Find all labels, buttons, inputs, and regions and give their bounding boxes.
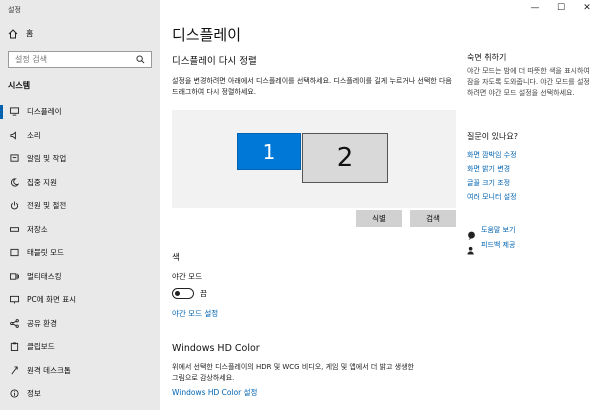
power-icon	[10, 201, 19, 210]
sleep-heading: 숙면 취하기	[467, 53, 507, 62]
hdr-description: 위에서 선택한 디스플레이의 HDR 및 WCG 비디오, 게임 및 앱에서 더…	[172, 363, 414, 382]
color-heading: 색	[172, 253, 180, 263]
feedback-icon	[467, 240, 476, 255]
share-icon	[10, 318, 19, 328]
sidebar-item-shared-experiences[interactable]: 공유 환경	[0, 312, 160, 336]
info-icon	[10, 389, 19, 398]
sidebar-item-label: 집중 지원	[27, 177, 57, 187]
sidebar-item-clipboard[interactable]: 클립보드	[0, 335, 160, 359]
sidebar-nav: 디스플레이 소리 알림 및 작업 집중 지원 전원 및 절전 저장소 태블릿 모…	[0, 100, 160, 406]
clipboard-icon	[10, 342, 19, 352]
link-adjust-font-size[interactable]: 글꼴 크기 조정	[467, 178, 510, 188]
hdr-settings-link[interactable]: Windows HD Color 설정	[172, 387, 257, 398]
sidebar-item-label: 원격 데스크톱	[27, 365, 71, 375]
toggle-knob	[175, 290, 180, 296]
notification-icon	[10, 154, 19, 163]
sidebar-item-label: 디스플레이	[27, 107, 62, 117]
close-button[interactable]: ✕	[574, 0, 600, 16]
app-title: 설정	[8, 6, 21, 14]
sidebar-item-display[interactable]: 디스플레이	[0, 100, 160, 124]
window-controls: — ☐ ✕	[522, 0, 600, 16]
sidebar-item-storage[interactable]: 저장소	[0, 218, 160, 242]
search-input[interactable]	[15, 55, 125, 64]
sidebar-item-label: PC에 화면 표시	[27, 295, 77, 305]
sidebar-item-label: 공유 환경	[27, 318, 57, 328]
speaker-icon	[10, 131, 19, 140]
sidebar-item-focus-assist[interactable]: 집중 지원	[0, 171, 160, 195]
sidebar-item-sound[interactable]: 소리	[0, 124, 160, 148]
minimize-button[interactable]: —	[522, 0, 548, 16]
link-change-brightness[interactable]: 화면 밝기 변경	[467, 164, 510, 174]
sidebar-item-remote-desktop[interactable]: 원격 데스크톱	[0, 359, 160, 383]
sidebar-item-label: 전원 및 절전	[27, 201, 67, 211]
sidebar-item-notifications[interactable]: 알림 및 작업	[0, 147, 160, 171]
sidebar-item-label: 알림 및 작업	[27, 154, 67, 164]
link-multiple-monitors[interactable]: 여러 모니터 설정	[467, 192, 517, 202]
moon-icon	[10, 178, 19, 187]
sidebar-item-label: 저장소	[27, 224, 48, 234]
sidebar-item-about[interactable]: 정보	[0, 382, 160, 406]
home-nav-item[interactable]: 홈	[8, 28, 33, 39]
sidebar-item-power[interactable]: 전원 및 절전	[0, 194, 160, 218]
sidebar-item-label: 태블릿 모드	[27, 248, 64, 258]
detect-button[interactable]: 검색	[410, 210, 456, 227]
sidebar-item-project[interactable]: PC에 화면 표시	[0, 288, 160, 312]
maximize-button[interactable]: ☐	[548, 0, 574, 16]
identify-button[interactable]: 식별	[356, 210, 402, 227]
get-help-link[interactable]: 도움말 보기	[481, 225, 515, 235]
sidebar-item-label: 클립보드	[27, 342, 55, 352]
search-box[interactable]	[8, 51, 152, 68]
arrange-description: 설정을 변경하려면 아래에서 디스플레이를 선택하세요. 디스플레이를 길게 누…	[172, 77, 452, 96]
project-icon	[10, 295, 19, 304]
sidebar-item-label: 멀티태스킹	[27, 271, 62, 281]
home-icon	[8, 28, 18, 38]
night-mode-state: 끔	[200, 289, 207, 298]
sleep-description: 야간 모드는 밤에 더 따뜻한 색을 표시하여 잠을 자도록 도와줍니다. 야간…	[467, 67, 590, 97]
sidebar-item-label: 정보	[27, 389, 41, 399]
night-mode-toggle[interactable]	[172, 288, 194, 299]
monitor-1[interactable]: 1	[237, 133, 301, 170]
sidebar: 설정 홈 시스템 디스플레이 소리 알림 및 작업 집중 지원 전원 및 절전	[0, 0, 160, 410]
sidebar-item-tablet-mode[interactable]: 태블릿 모드	[0, 241, 160, 265]
night-mode-settings-link[interactable]: 야간 모드 설정	[172, 308, 218, 319]
search-icon[interactable]	[136, 55, 145, 64]
storage-icon	[10, 225, 19, 234]
arrange-heading: 디스플레이 다시 정렬	[172, 56, 257, 67]
home-label: 홈	[26, 29, 34, 38]
questions-heading: 질문이 있나요?	[467, 132, 518, 141]
night-mode-label: 야간 모드	[172, 272, 202, 281]
sidebar-item-multitasking[interactable]: 멀티태스킹	[0, 265, 160, 289]
section-title: 시스템	[8, 81, 31, 90]
remote-desktop-icon	[10, 366, 19, 375]
monitor-icon	[10, 107, 19, 116]
hdr-heading: Windows HD Color	[172, 343, 260, 354]
sidebar-item-label: 소리	[27, 130, 41, 140]
help-icon	[467, 225, 476, 240]
page-title: 디스플레이	[172, 26, 242, 44]
multitask-icon	[10, 272, 19, 281]
monitor-2[interactable]: 2	[302, 133, 388, 183]
give-feedback-link[interactable]: 피드백 제공	[481, 240, 515, 250]
link-fix-flicker[interactable]: 화면 깜박임 수정	[467, 150, 517, 160]
tablet-icon	[10, 248, 19, 257]
